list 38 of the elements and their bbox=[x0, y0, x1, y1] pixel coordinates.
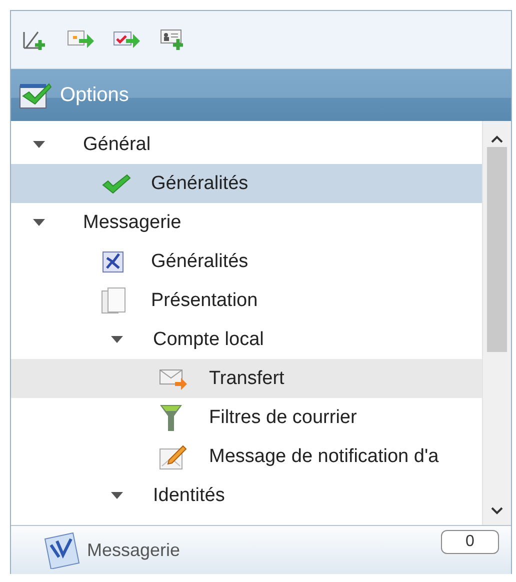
tree-item[interactable]: Présentation bbox=[11, 281, 482, 320]
tree-item[interactable]: Généralités bbox=[11, 242, 482, 281]
tree-label: Général bbox=[83, 134, 151, 156]
contact-card-add-icon bbox=[160, 28, 186, 52]
scroll-down-icon[interactable] bbox=[491, 507, 503, 515]
tree-label: Généralités bbox=[151, 172, 248, 194]
tree-item[interactable]: Compte local bbox=[11, 320, 482, 359]
tree-label: Filtres de courrier bbox=[209, 406, 357, 428]
tree-label: Message de notification d'a bbox=[209, 446, 439, 468]
checkmark-icon bbox=[101, 172, 131, 194]
count-badge: 0 bbox=[441, 530, 499, 554]
tree-item[interactable]: Messagerie bbox=[11, 203, 482, 242]
expanded-arrow-icon[interactable] bbox=[111, 336, 123, 343]
scrollbar[interactable] bbox=[482, 121, 511, 525]
tree-label: Transfert bbox=[209, 368, 284, 390]
header-title: Options bbox=[60, 84, 129, 106]
envelope-pencil-icon bbox=[159, 444, 187, 470]
tree-label: Identités bbox=[153, 484, 225, 506]
calendar-arrow-icon bbox=[67, 28, 95, 50]
expanded-arrow-icon[interactable] bbox=[33, 219, 45, 226]
checked-window-arrow-icon bbox=[113, 28, 141, 50]
tree-label: Présentation bbox=[151, 290, 258, 312]
tree-item[interactable]: Identités bbox=[11, 476, 482, 515]
envelope-arrow-icon bbox=[159, 366, 189, 390]
tree-label: Compte local bbox=[153, 328, 264, 350]
expanded-arrow-icon[interactable] bbox=[111, 492, 123, 499]
tree-label: Généralités bbox=[151, 250, 248, 272]
filter-icon bbox=[159, 404, 183, 432]
tree-item[interactable]: Transfert bbox=[11, 359, 482, 398]
expanded-arrow-icon[interactable] bbox=[33, 141, 45, 148]
tree-item[interactable]: Filtres de courrier bbox=[11, 398, 482, 437]
tree-item[interactable]: Général bbox=[11, 125, 482, 164]
scroll-up-icon[interactable] bbox=[491, 135, 503, 143]
tree-item[interactable]: Message de notification d'a bbox=[11, 437, 482, 476]
pages-icon bbox=[101, 286, 127, 314]
tree-label: Messagerie bbox=[83, 212, 182, 234]
footer-label: Messagerie bbox=[87, 540, 182, 560]
tree-item[interactable]: Généralités bbox=[11, 164, 482, 203]
